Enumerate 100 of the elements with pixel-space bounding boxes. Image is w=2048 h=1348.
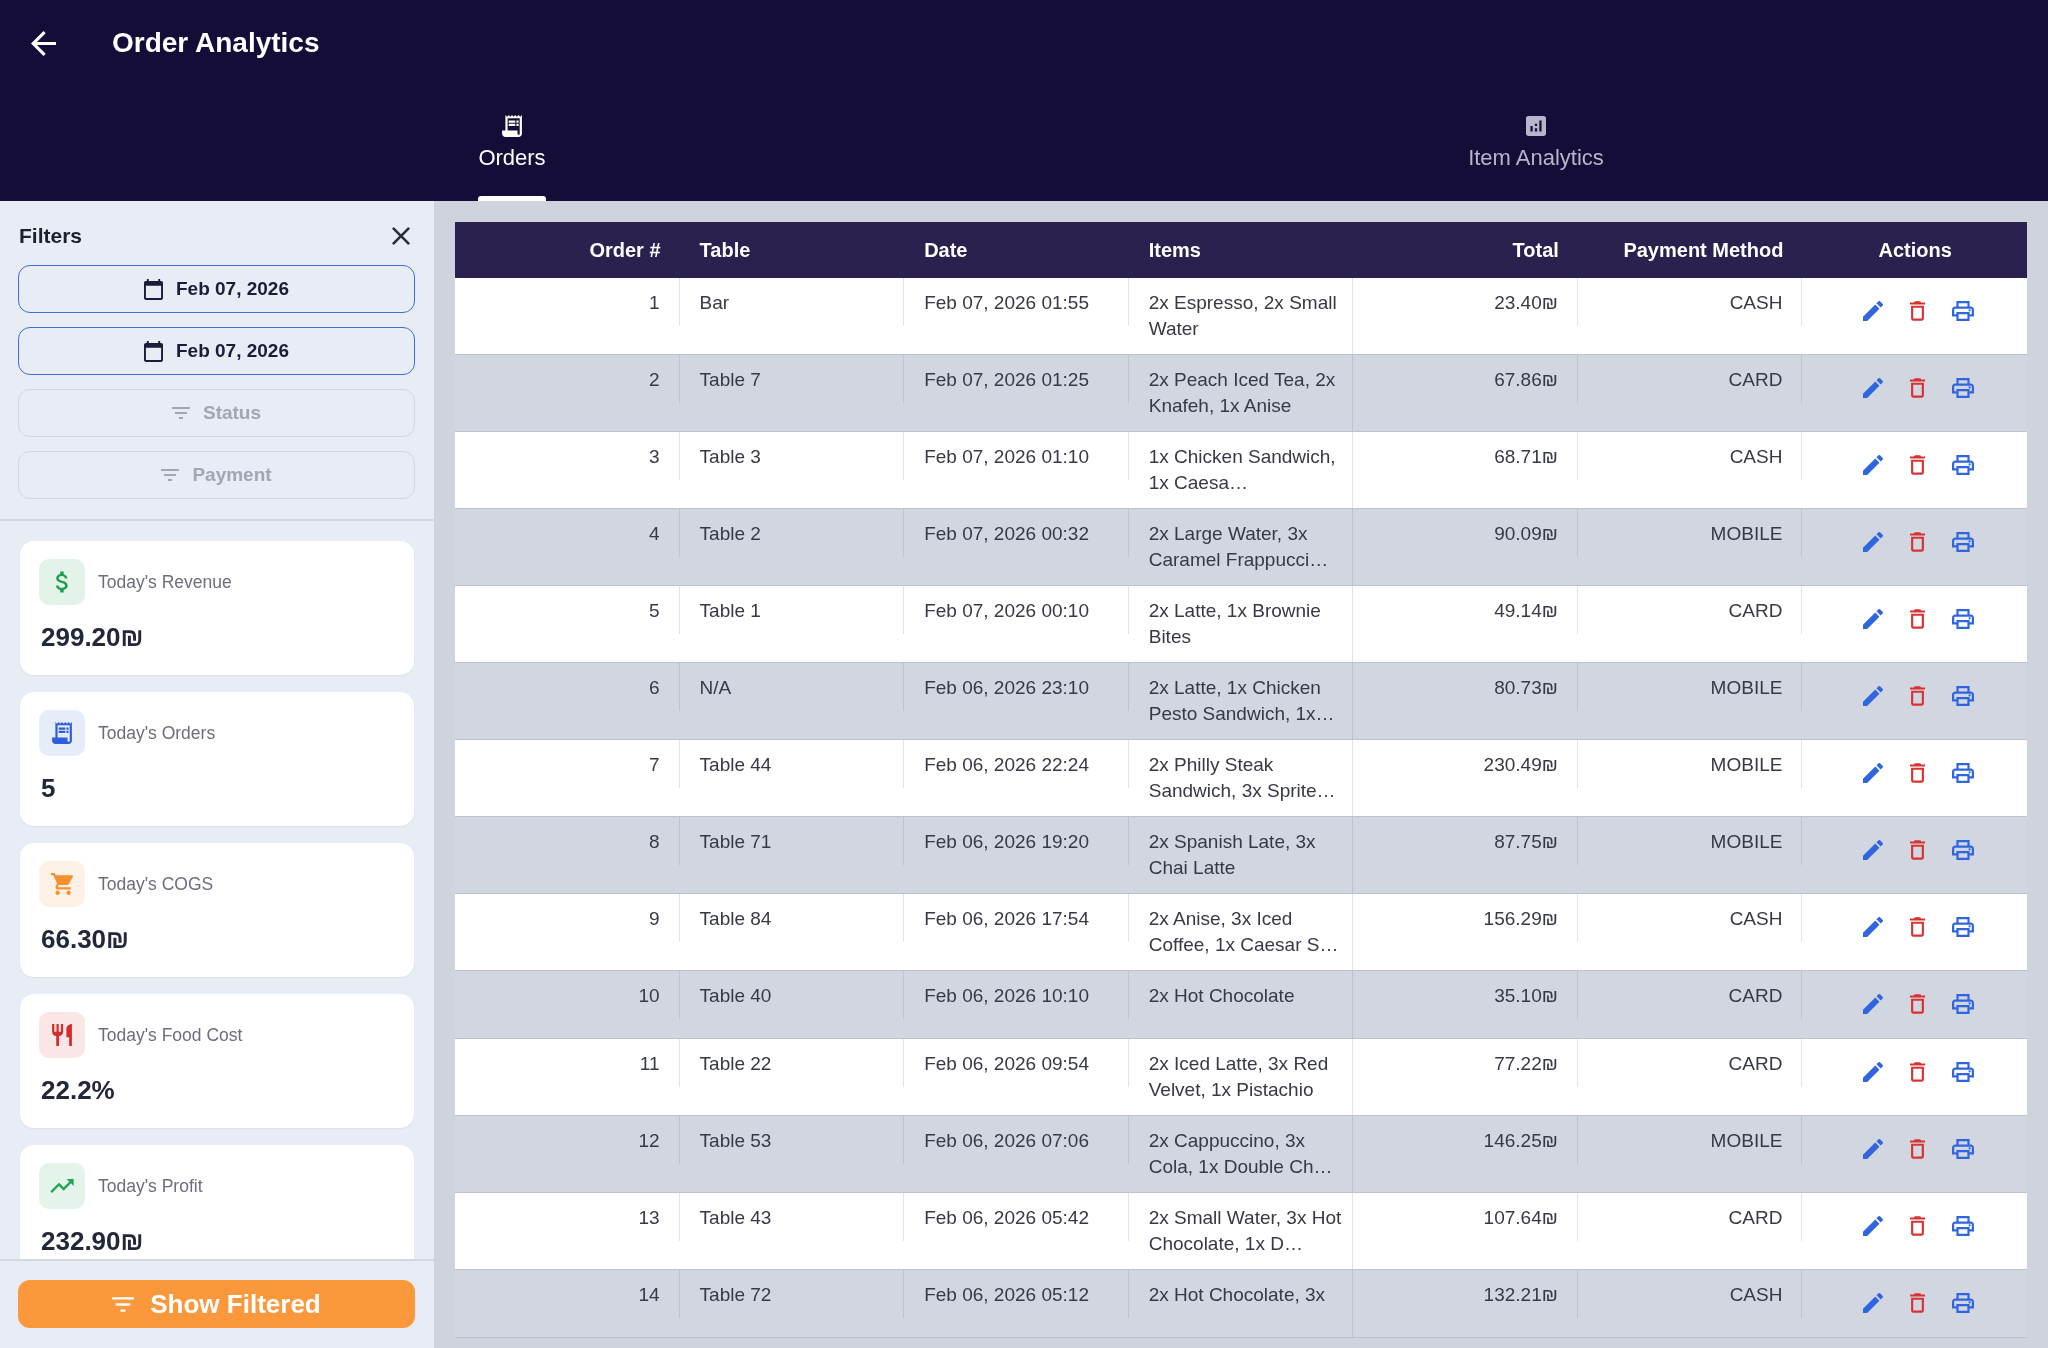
table-cell: 12 — [455, 1116, 680, 1164]
table-cell: 4 — [455, 509, 680, 557]
close-icon — [392, 227, 410, 245]
table-cell: Table 3 — [679, 432, 905, 480]
printer-icon — [1951, 1216, 1974, 1236]
table-row[interactable]: 12 Table 53 Feb 06, 2026 07:06 2x Cappuccino, 3x Cola, 1x Double Ch… 146.25₪ MOBILE — [455, 1116, 2027, 1193]
table-row[interactable]: 11 Table 22 Feb 06, 2026 09:54 2x Iced Latte, 3x Red Velvet, 1x Pistachio 77.22₪ CARD — [455, 1039, 2027, 1116]
table-cell: 2x Small Water, 3x Hot Chocolate, 1x D… — [1128, 1193, 1354, 1269]
table-cell: Feb 06, 2026 17:54 — [904, 894, 1129, 942]
receipt-icon — [502, 115, 522, 137]
tab[interactable]: Item Analytics — [1468, 115, 1604, 201]
table-row[interactable]: 14 Table 72 Feb 06, 2026 05:12 2x Hot Chocolate, 3x 132.21₪ CASH — [455, 1270, 2027, 1338]
dollar-icon — [39, 559, 85, 605]
pencil-icon — [1862, 763, 1883, 783]
table-cell: CASH — [1577, 432, 1803, 480]
pencil-icon — [1862, 1139, 1883, 1159]
table-cell: 2x Espresso, 2x Small Water — [1128, 278, 1354, 354]
table-cell: 3 — [455, 432, 680, 480]
pencil-icon — [1862, 840, 1883, 860]
column-header: Payment Method — [1622, 238, 1785, 263]
printer-icon — [1951, 917, 1974, 937]
table-cell: 6 — [455, 663, 680, 711]
printer-icon — [1951, 378, 1974, 398]
table-cell: 107.64₪ — [1353, 1193, 1578, 1241]
stat-value: 66.30₪ — [40, 923, 131, 955]
table-row[interactable]: 1 Bar Feb 07, 2026 01:55 2x Espresso, 2x Small Water 23.40₪ CASH — [455, 278, 2027, 355]
close-button[interactable] — [392, 227, 410, 245]
pencil-icon — [1862, 1216, 1883, 1236]
trash-icon — [1910, 301, 1926, 321]
table-row[interactable]: 10 Table 40 Feb 06, 2026 10:10 2x Hot Chocolate 35.10₪ CARD — [455, 971, 2027, 1039]
filter-icon — [112, 1296, 135, 1312]
table-row[interactable]: 5 Table 1 Feb 07, 2026 00:10 2x Latte, 1x Brownie Bites 49.14₪ CARD — [455, 586, 2027, 663]
calendar-icon — [144, 278, 163, 300]
pencil-icon — [1862, 301, 1883, 321]
bar-chart-icon — [1526, 115, 1546, 137]
table-cell: MOBILE — [1577, 663, 1803, 711]
table-cell: Feb 06, 2026 23:10 — [904, 663, 1129, 711]
table-cell: 1x Chicken Sandwich, 1x Caesa… — [1128, 432, 1354, 508]
table-cell: 49.14₪ — [1353, 586, 1578, 634]
printer-icon — [1951, 532, 1974, 552]
table-cell: CASH — [1577, 894, 1803, 942]
table-row[interactable]: 8 Table 71 Feb 06, 2026 19:20 2x Spanish Late, 3x Chai Latte 87.75₪ MOBILE — [455, 817, 2027, 894]
trash-icon — [1910, 532, 1926, 552]
table-cell: 77.22₪ — [1353, 1039, 1578, 1087]
table-cell: MOBILE — [1577, 1116, 1803, 1164]
table-cell: 2x Hot Chocolate — [1128, 971, 1354, 1038]
stat-label: Today's Orders — [98, 722, 216, 745]
pencil-icon — [1862, 1062, 1883, 1082]
table-row[interactable]: 2 Table 7 Feb 07, 2026 01:25 2x Peach Iced Tea, 2x Knafeh, 1x Anise 67.86₪ CARD — [455, 355, 2027, 432]
table-cell: Table 22 — [679, 1039, 905, 1087]
table-cell: 2x Iced Latte, 3x Red Velvet, 1x Pistachio — [1128, 1039, 1354, 1115]
table-cell: Feb 06, 2026 05:12 — [904, 1270, 1129, 1318]
table-cell: 5 — [455, 586, 680, 634]
tab[interactable]: Orders — [478, 115, 546, 201]
printer-icon — [1951, 455, 1974, 475]
table-row[interactable]: 9 Table 84 Feb 06, 2026 17:54 2x Anise, 3x Iced Coffee, 1x Caesar S… 156.29₪ CASH — [455, 894, 2027, 971]
date-picker-button[interactable]: Feb 07, 2026 — [18, 265, 415, 313]
stat-value: 232.90₪ — [40, 1225, 145, 1257]
table-cell: 23.40₪ — [1353, 278, 1578, 326]
table-cell: 14 — [455, 1270, 680, 1318]
table-cell: 35.10₪ — [1353, 971, 1578, 1019]
printer-icon — [1951, 686, 1974, 706]
table-cell: CASH — [1577, 278, 1803, 326]
table-cell: 90.09₪ — [1353, 509, 1578, 557]
pencil-icon — [1862, 994, 1883, 1014]
stat-label: Today's COGS — [98, 873, 214, 896]
table-cell: 8 — [455, 817, 680, 865]
table-cell: Table 84 — [679, 894, 905, 942]
pencil-icon — [1862, 609, 1883, 629]
table-cell: 2x Cappuccino, 3x Cola, 1x Double Ch… — [1128, 1116, 1354, 1192]
table-cell: Feb 06, 2026 09:54 — [904, 1039, 1129, 1087]
table-cell: CARD — [1577, 586, 1803, 634]
column-header: Order # — [588, 238, 662, 263]
table-row[interactable]: 7 Table 44 Feb 06, 2026 22:24 2x Philly Steak Sandwich, 3x Sprite… 230.49₪ MOBILE — [455, 740, 2027, 817]
column-header: Items — [1147, 238, 1202, 263]
table-row[interactable]: 13 Table 43 Feb 06, 2026 05:42 2x Small Water, 3x Hot Chocolate, 1x D… 107.64₪ CARD — [455, 1193, 2027, 1270]
printer-icon — [1951, 1139, 1974, 1159]
table-row[interactable]: 4 Table 2 Feb 07, 2026 00:32 2x Large Water, 3x Caramel Frappucci… 90.09₪ MOBILE — [455, 509, 2027, 586]
table-cell: Table 40 — [679, 971, 905, 1019]
table-cell: Table 44 — [679, 740, 905, 788]
receipt-icon — [39, 710, 85, 756]
printer-icon — [1951, 994, 1974, 1014]
pencil-icon — [1862, 686, 1883, 706]
table-cell: MOBILE — [1577, 740, 1803, 788]
back-button[interactable] — [31, 30, 56, 56]
calendar-icon — [144, 340, 163, 362]
table-cell: CARD — [1577, 1039, 1803, 1087]
table-row[interactable]: 6 N/A Feb 06, 2026 23:10 2x Latte, 1x Chicken Pesto Sandwich, 1x… 80.73₪ MOBILE — [455, 663, 2027, 740]
table-cell: 13 — [455, 1193, 680, 1241]
column-header: Total — [1511, 238, 1560, 263]
trash-icon — [1910, 917, 1926, 937]
table-cell: 2x Anise, 3x Iced Coffee, 1x Caesar S… — [1128, 894, 1354, 970]
table-cell: 2x Hot Chocolate, 3x — [1128, 1270, 1354, 1337]
table-cell: CASH — [1577, 1270, 1803, 1318]
table-row[interactable]: 3 Table 3 Feb 07, 2026 01:10 1x Chicken Sandwich, 1x Caesa… 68.71₪ CASH — [455, 432, 2027, 509]
table-cell: Feb 07, 2026 01:25 — [904, 355, 1129, 403]
date-picker-button[interactable]: Feb 07, 2026 — [18, 327, 415, 375]
printer-icon — [1951, 1293, 1974, 1313]
table-cell: 2x Large Water, 3x Caramel Frappucci… — [1128, 509, 1354, 585]
table-cell: Table 71 — [679, 817, 905, 865]
